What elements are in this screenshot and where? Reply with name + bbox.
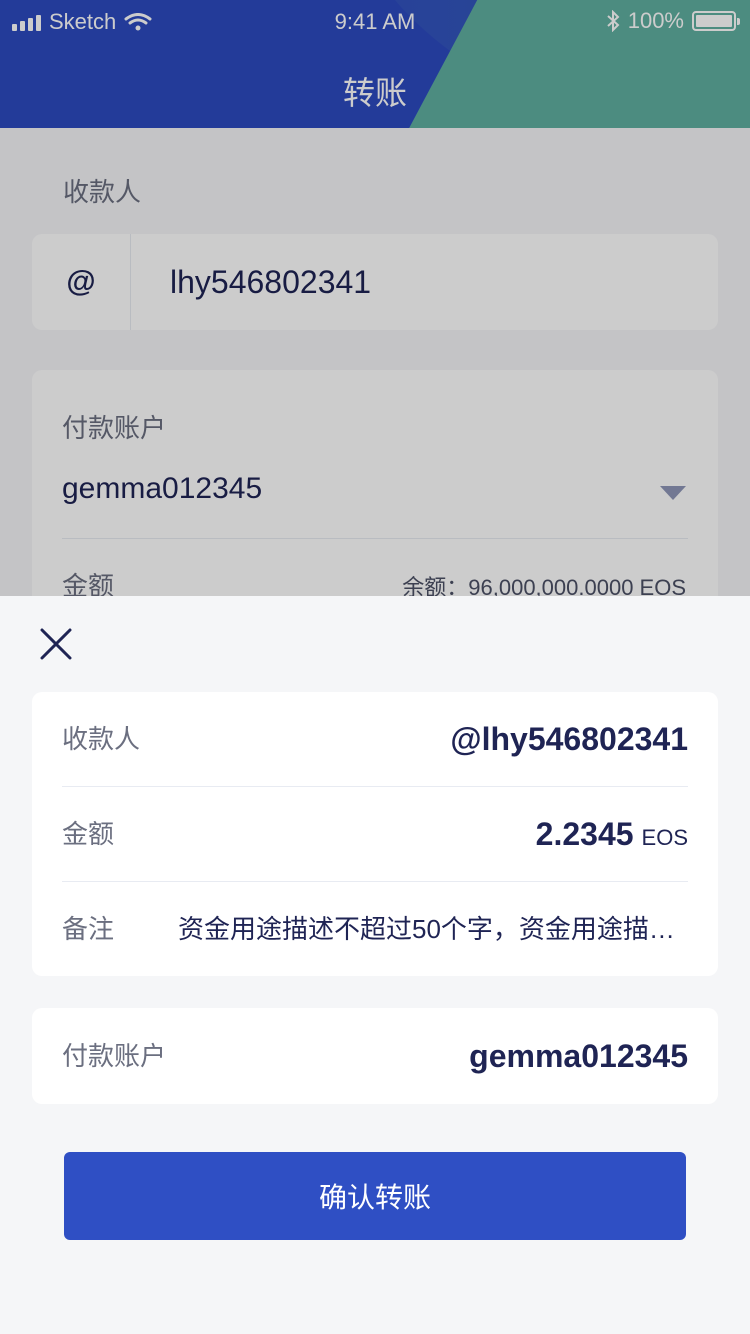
summary-row-memo: 备注 资金用途描述不超过50个字，资金用途描述不超过50个字 xyxy=(62,882,688,976)
summary-memo-value: 资金用途描述不超过50个字，资金用途描述不超过50个字 xyxy=(178,914,688,944)
summary-amount-label: 金额 xyxy=(62,819,115,849)
summary-amount-value: 2.2345 EOS xyxy=(536,787,688,885)
transfer-page: Sketch 9:41 AM 100% 转账 收款人 @ lhy54680234… xyxy=(0,0,750,1334)
summary-recipient-value: @lhy546802341 xyxy=(450,721,688,757)
confirm-sheet: 收款人 @lhy546802341 金额 2.2345 EOS 备注 资金用途描述… xyxy=(0,596,750,1334)
transfer-summary-card: 收款人 @lhy546802341 金额 2.2345 EOS 备注 资金用途描述… xyxy=(32,692,718,976)
amount-number: 2.2345 xyxy=(535,816,634,852)
summary-payer-card: 付款账户 gemma012345 xyxy=(32,1008,718,1104)
close-icon[interactable] xyxy=(38,626,74,662)
confirm-transfer-button[interactable]: 确认转账 xyxy=(64,1152,686,1240)
summary-payer-label: 付款账户 xyxy=(62,1041,167,1071)
summary-row-amount: 金额 2.2345 EOS xyxy=(62,787,688,882)
amount-unit: EOS xyxy=(641,825,688,850)
summary-payer-value: gemma012345 xyxy=(469,1038,688,1074)
summary-recipient-label: 收款人 xyxy=(62,724,141,754)
summary-row-recipient: 收款人 @lhy546802341 xyxy=(62,692,688,787)
summary-memo-label: 备注 xyxy=(62,914,115,944)
